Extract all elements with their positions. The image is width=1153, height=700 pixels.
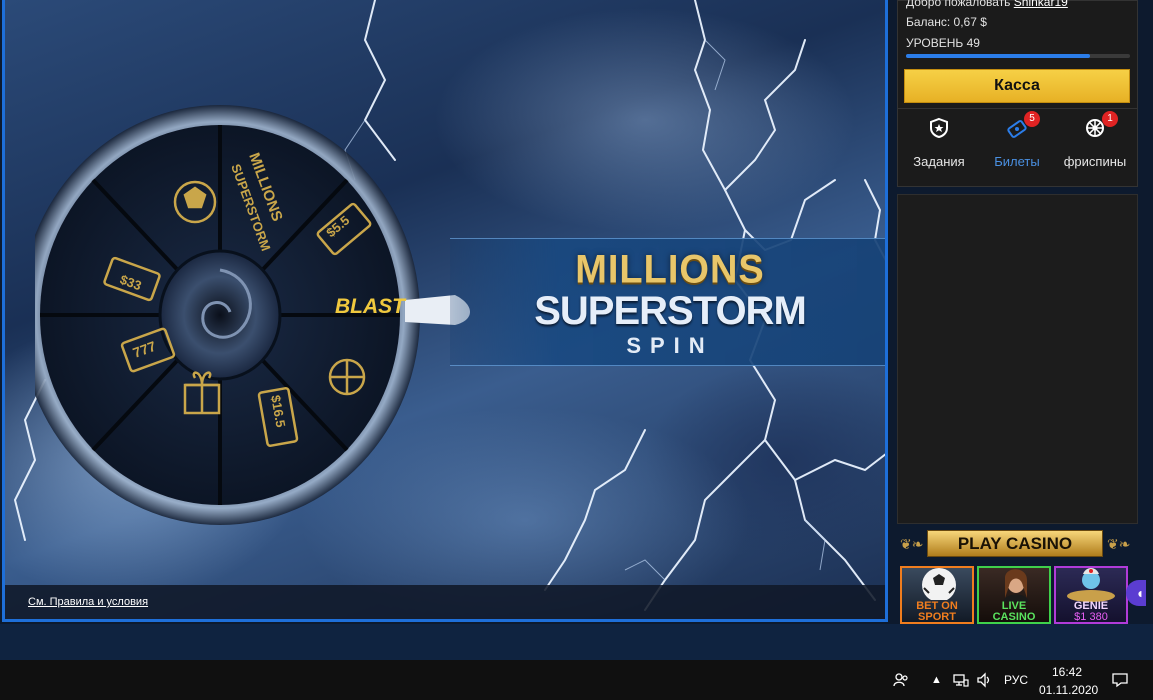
blast-label: BLAST: [335, 295, 407, 318]
account-panel: Добро пожаловать Shinkar19 Баланс: 0,67 …: [897, 0, 1138, 187]
ornament-right-icon: ❦❧: [1107, 536, 1131, 552]
genie-jackpot-tile[interactable]: GENIE $1 380 237.84: [1054, 566, 1128, 624]
username-link[interactable]: Shinkar19: [1014, 0, 1068, 9]
volume-icon[interactable]: [976, 672, 992, 691]
ornament-left-icon: ❦❧: [900, 536, 924, 552]
desktop-background: [0, 624, 1153, 660]
side-widget-button[interactable]: ◖: [1126, 580, 1146, 606]
chat-icon: ◖: [1135, 585, 1144, 601]
welcome-text: Добро пожаловать Shinkar19: [906, 0, 1068, 9]
rules-link[interactable]: См. Правила и условия: [28, 596, 148, 608]
language-indicator[interactable]: РУС: [1004, 673, 1028, 687]
sport-tile-line2: SPORT: [918, 611, 956, 623]
genie-jackpot-amount: $1 380 237.84: [1074, 611, 1108, 623]
title-superstorm: SUPERSTORM: [534, 289, 807, 333]
wheel-icon: 1: [1084, 111, 1118, 139]
game-frame[interactable]: BLAST MILLIONS SUPERSTORM $5.5 $33 777 $…: [2, 0, 888, 622]
tab-freespins[interactable]: 1 фриспины: [1056, 111, 1134, 169]
tickets-badge: 5: [1024, 111, 1040, 127]
tab-freespins-label: фриспины: [1063, 154, 1127, 169]
clock-time[interactable]: 16:42: [1052, 665, 1082, 679]
notification-icon[interactable]: [1112, 672, 1128, 691]
genie-icon: [1067, 568, 1115, 602]
game-title-banner: MILLIONS SUPERSTORM SPIN: [450, 238, 885, 366]
title-millions: MILLIONS: [575, 247, 765, 293]
freespins-badge: 1: [1102, 111, 1118, 127]
ticket-icon: 5: [1006, 111, 1040, 139]
play-casino-title[interactable]: PLAY CASINO: [927, 530, 1103, 557]
bet-on-sport-tile[interactable]: BET ON SPORT: [900, 566, 974, 624]
level-text: УРОВЕНЬ 49: [906, 36, 980, 50]
balance-text: Баланс: 0,67 $: [906, 15, 987, 29]
chevron-up-icon[interactable]: ▲: [931, 674, 942, 686]
clock-date[interactable]: 01.11.2020: [1039, 683, 1098, 697]
tab-tickets-label: Билеты: [994, 154, 1040, 169]
tab-tasks-label: Задания: [913, 154, 965, 169]
level-progress-bar: [906, 54, 1130, 58]
tab-tasks[interactable]: Задания: [900, 117, 978, 169]
network-icon[interactable]: [953, 672, 969, 691]
people-icon[interactable]: [893, 672, 909, 691]
dealer-avatar: [1003, 569, 1029, 602]
level-progress-fill: [906, 54, 1090, 58]
tab-tickets[interactable]: 5 Билеты: [978, 111, 1056, 169]
cashier-button[interactable]: Касса: [904, 69, 1130, 103]
divider: [898, 108, 1137, 109]
soccer-ball-icon: [922, 568, 956, 600]
welcome-prefix: Добро пожаловать: [906, 0, 1011, 9]
shield-star-icon: [928, 117, 950, 139]
rules-bar: См. Правила и условия: [5, 585, 885, 619]
live-casino-tile[interactable]: LIVE CASINO: [977, 566, 1051, 624]
live-tile-line2: CASINO: [992, 611, 1036, 623]
prize-wheel: BLAST MILLIONS SUPERSTORM $5.5 $33 777 $…: [35, 105, 470, 525]
windows-taskbar: ▲ РУС 16:42 01.11.2020: [0, 660, 1153, 700]
title-spin: SPIN: [626, 333, 714, 358]
side-content-panel: [897, 194, 1138, 524]
